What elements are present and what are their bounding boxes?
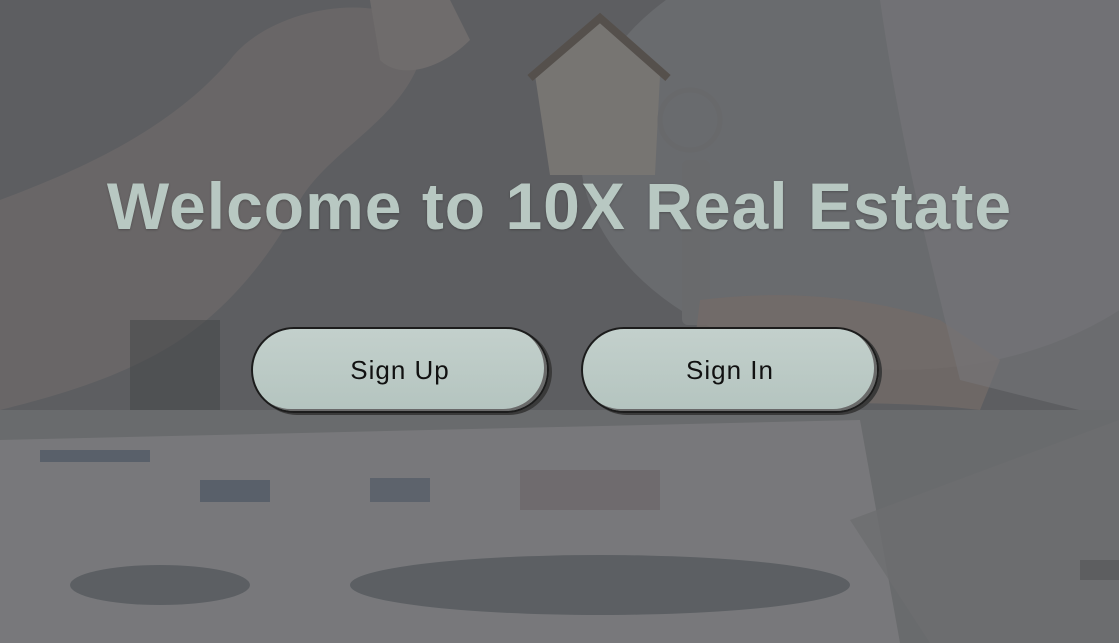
sign-up-button[interactable]: Sign Up: [251, 327, 549, 413]
page-title: Welcome to 10X Real Estate: [106, 169, 1013, 243]
landing-hero: Welcome to 10X Real Estate Sign Up Sign …: [0, 0, 1119, 643]
dark-overlay: [0, 0, 1119, 643]
sign-in-button[interactable]: Sign In: [581, 327, 879, 413]
